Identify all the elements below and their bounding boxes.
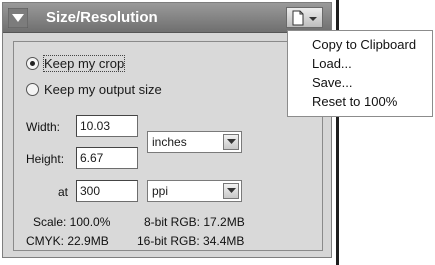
keep-output-radio[interactable] xyxy=(26,82,39,96)
panel-title: Size/Resolution xyxy=(46,9,158,26)
keep-output-option[interactable]: Keep my output size xyxy=(26,81,162,97)
page-menu-icon xyxy=(292,10,317,26)
panel-titlebar: Size/Resolution xyxy=(3,3,331,33)
width-label: Width: xyxy=(26,120,61,134)
triangle-down-icon[interactable] xyxy=(7,7,29,29)
units-value: inches xyxy=(152,135,187,149)
keep-output-label: Keep my output size xyxy=(44,81,162,97)
chevron-down-icon[interactable] xyxy=(223,134,239,150)
chevron-down-icon[interactable] xyxy=(223,183,239,199)
units-select[interactable]: inches xyxy=(147,131,242,153)
size-resolution-panel: Size/Resolution Keep my crop Keep my out… xyxy=(2,2,332,258)
cmyk-info: CMYK: 22.9MB xyxy=(26,234,109,248)
menu-item-copy-to-clipboard[interactable]: Copy to Clipboard xyxy=(312,37,416,52)
keep-crop-label: Keep my crop xyxy=(42,54,126,72)
panel-menu-button[interactable] xyxy=(286,7,323,28)
height-field[interactable]: 6.67 xyxy=(76,147,138,169)
menu-item-reset[interactable]: Reset to 100% xyxy=(312,94,397,109)
width-field[interactable]: 10.03 xyxy=(76,115,138,137)
resolution-units-select[interactable]: ppi xyxy=(147,180,242,202)
resolution-units-value: ppi xyxy=(152,184,169,198)
rgb16-info: 16-bit RGB: 34.4MB xyxy=(137,234,245,248)
scale-info: Scale: 100.0% xyxy=(33,215,111,229)
at-label: at xyxy=(58,185,69,199)
menu-item-load[interactable]: Load... xyxy=(312,56,352,71)
rgb8-info: 8-bit RGB: 17.2MB xyxy=(144,215,245,229)
keep-crop-option[interactable]: Keep my crop xyxy=(26,54,126,72)
panel-content: Keep my crop Keep my output size Width: … xyxy=(13,41,323,251)
keep-crop-radio[interactable] xyxy=(26,56,39,70)
height-label: Height: xyxy=(26,152,65,166)
resolution-field[interactable]: 300 xyxy=(76,180,138,202)
panel-menu: Copy to Clipboard Load... Save... Reset … xyxy=(287,30,433,117)
menu-item-save[interactable]: Save... xyxy=(312,75,352,90)
